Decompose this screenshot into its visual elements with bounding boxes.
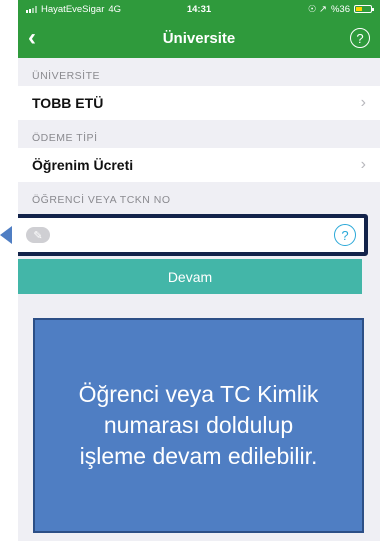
university-value: TOBB ETÜ: [32, 95, 104, 111]
help-circle-icon[interactable]: ?: [334, 224, 356, 246]
back-chevron-icon[interactable]: ‹: [28, 26, 58, 50]
payment-type-value: Öğrenim Ücreti: [32, 157, 134, 173]
location-icon: ☉ ↗: [307, 3, 327, 15]
battery-percent: %36: [330, 3, 350, 15]
university-label: ÜNİVERSİTE: [32, 70, 101, 82]
chevron-right-icon: ›: [360, 156, 366, 173]
battery-icon: [354, 5, 374, 13]
pencil-icon: ✎: [26, 227, 50, 243]
carrier-name: HayatEveSigar: [41, 3, 105, 15]
callout-pointer-arrow: [0, 226, 12, 244]
phone-screen: HayatEveSigar 4G 14:31 ☉ ↗ %36 ‹ Ünivers…: [18, 0, 380, 541]
status-bar: HayatEveSigar 4G 14:31 ☉ ↗ %36: [18, 0, 380, 18]
tckn-input[interactable]: [50, 218, 334, 252]
network-type: 4G: [108, 3, 122, 15]
university-row[interactable]: TOBB ETÜ ›: [18, 86, 380, 120]
payment-type-label: ÖDEME TİPİ: [32, 132, 98, 144]
carrier-info: HayatEveSigar 4G: [26, 4, 121, 15]
payment-type-row[interactable]: Öğrenim Ücreti ›: [18, 148, 380, 182]
nav-bar: ‹ Üniversite ?: [18, 18, 380, 58]
chevron-right-icon: ›: [360, 94, 366, 111]
tckn-field-highlight: ✎ ?: [18, 214, 368, 256]
status-right: ☉ ↗ %36: [307, 3, 374, 15]
callout-text: Öğrenci veya TC Kimlik numarası doldulup…: [78, 381, 319, 469]
continue-button[interactable]: Devam: [18, 259, 362, 294]
page-title: Üniversite: [162, 29, 236, 47]
tckn-label: ÖĞRENCİ VEYA TCKN NO: [32, 194, 171, 206]
signal-icon: [26, 5, 37, 13]
info-callout: Öğrenci veya TC Kimlik numarası doldulup…: [33, 318, 364, 533]
help-circle-icon[interactable]: ?: [350, 28, 370, 48]
